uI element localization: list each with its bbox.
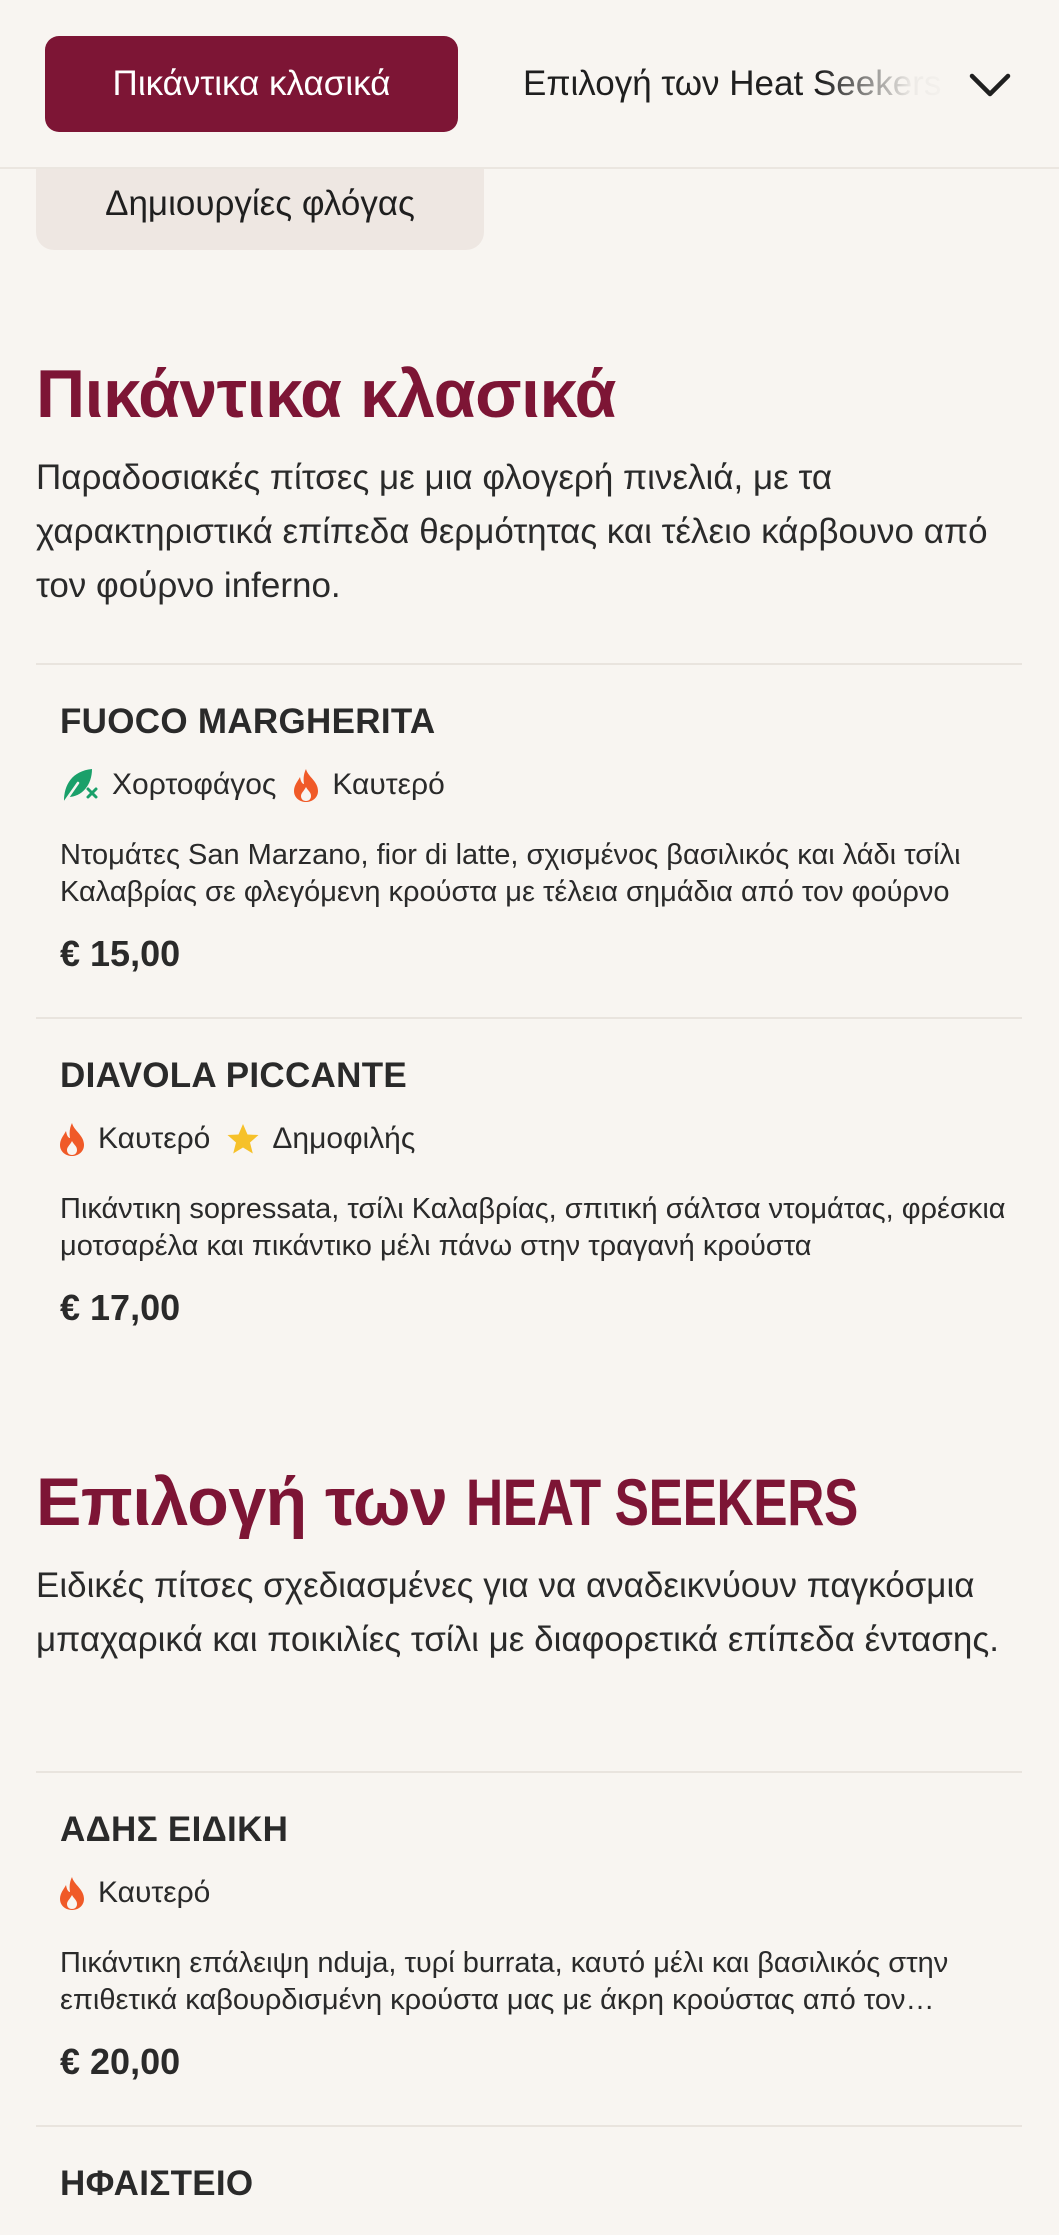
category-dropdown-button[interactable] bbox=[955, 50, 1025, 120]
tag-popular: Δημοφιλής bbox=[226, 1122, 415, 1156]
tag-spicy: Καυτερό bbox=[292, 767, 445, 803]
section-description: Παραδοσιακές πίτσες με μια φλογερή πινελ… bbox=[36, 458, 988, 605]
section-description: Ειδικές πίτσες σχεδιασμένες για να αναδε… bbox=[36, 1566, 999, 1659]
item-tags: Καυτερό bbox=[58, 1871, 226, 1915]
item-name: ΗΦΑΙΣΤΕΙΟ bbox=[60, 2164, 254, 2203]
section-title: Επιλογή των HEAT SEEKERS bbox=[36, 1463, 928, 1541]
item-description: Ντομάτες San Marzano, fior di latte, σχι… bbox=[60, 839, 961, 908]
divider bbox=[36, 663, 1022, 665]
item-tags: Χορτοφάγος Καυτερό bbox=[58, 763, 461, 807]
menu-page: Δημιουργίες φλόγας Πικάντικα κλασικά Επι… bbox=[0, 0, 1059, 2235]
section-title: Πικάντικα κλασικά bbox=[36, 356, 616, 432]
chevron-down-icon bbox=[969, 73, 1011, 97]
divider bbox=[36, 1017, 1022, 1019]
tag-vegetarian: Χορτοφάγος bbox=[58, 765, 276, 805]
tag-label: Καυτερό bbox=[98, 1122, 211, 1155]
divider bbox=[36, 1771, 1022, 1773]
tag-label: Καυτερό bbox=[332, 768, 445, 801]
section-title-prefix: Επιλογή των bbox=[36, 1464, 466, 1540]
category-tab-spicy-classics[interactable]: Πικάντικα κλασικά bbox=[45, 36, 458, 132]
item-description: Πικάντικη επάλειψη nduja, τυρί burrata, … bbox=[60, 1947, 949, 2016]
category-tab-label: Δημιουργίες φλόγας bbox=[105, 184, 415, 223]
tag-label: Δημοφιλής bbox=[272, 1122, 416, 1155]
item-tags: Καυτερό Δημοφιλής bbox=[58, 1117, 431, 1161]
tag-spicy: Καυτερό bbox=[58, 1121, 210, 1157]
star-icon bbox=[227, 1124, 259, 1154]
tag-spicy: Καυτερό bbox=[58, 1875, 210, 1911]
flame-icon bbox=[294, 769, 319, 802]
item-name: FUOCO MARGHERITA bbox=[60, 702, 436, 741]
item-name: DIAVOLA PICCANTE bbox=[60, 1056, 408, 1095]
item-price: € 17,00 bbox=[60, 1287, 181, 1328]
tab-fade-overlay bbox=[820, 20, 960, 150]
flame-icon bbox=[60, 1123, 84, 1156]
leaf-icon bbox=[62, 769, 98, 805]
item-price: € 20,00 bbox=[60, 2041, 181, 2082]
tag-label: Καυτερό bbox=[98, 1876, 211, 1909]
item-name: ΑΔΗΣ ΕΙΔΙΚΗ bbox=[60, 1810, 289, 1849]
flame-icon bbox=[60, 1877, 84, 1910]
divider bbox=[36, 2125, 1022, 2127]
category-nav: Πικάντικα κλασικά Επιλογή των Heat Seeke… bbox=[0, 0, 1059, 169]
item-description: Πικάντικη sopressata, τσίλι Καλαβρίας, σ… bbox=[60, 1193, 1006, 1262]
section-title-brand: HEAT SEEKERS bbox=[465, 1465, 858, 1539]
tag-label: Χορτοφάγος bbox=[112, 768, 277, 801]
item-price: € 15,00 bbox=[60, 933, 181, 974]
category-tab-label: Πικάντικα κλασικά bbox=[112, 64, 391, 103]
